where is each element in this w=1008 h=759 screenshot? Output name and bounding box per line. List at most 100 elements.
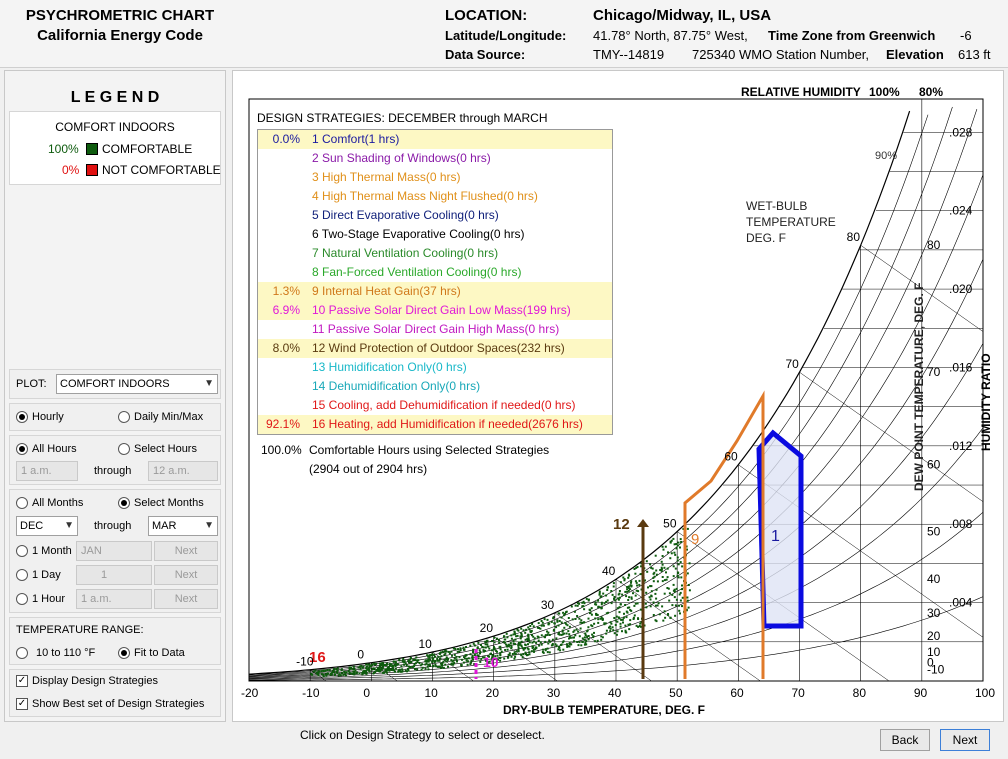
- hourly-data-point: [558, 646, 561, 648]
- hourly-data-point: [528, 628, 531, 631]
- hourly-data-point: [470, 659, 473, 662]
- hourly-data-point: [687, 584, 690, 586]
- all-hours-radio[interactable]: [16, 443, 28, 455]
- hourly-data-point: [627, 576, 630, 579]
- hourly-data-point: [627, 573, 630, 576]
- one-hour-radio[interactable]: [16, 593, 28, 605]
- hourly-data-point: [568, 645, 571, 648]
- strategy-item-10[interactable]: 6.9% 10 Passive Solar Direct Gain Low Mas…: [258, 301, 612, 320]
- hourly-label: Hourly: [32, 411, 64, 423]
- zone-1-comfort[interactable]: [756, 429, 804, 629]
- temp-range-1-radio[interactable]: [16, 647, 28, 659]
- one-hour-field[interactable]: 1 a.m.: [76, 589, 152, 609]
- next-button[interactable]: Next: [940, 729, 990, 751]
- daily-radio[interactable]: [118, 411, 130, 423]
- wb-title-3: DEG. F: [746, 231, 786, 245]
- hourly-data-point: [456, 660, 458, 663]
- hour-from-field[interactable]: 1 a.m.: [16, 461, 78, 481]
- select-months-radio[interactable]: [118, 497, 130, 509]
- hourly-data-point: [675, 587, 678, 590]
- strategy-item-6[interactable]: 6 Two-Stage Evaporative Cooling(0 hrs): [258, 225, 612, 244]
- hourly-data-point: [519, 637, 522, 640]
- hourly-data-point: [600, 603, 603, 606]
- one-day-next-button[interactable]: Next: [154, 565, 218, 585]
- month-from-select[interactable]: DEC ▼: [16, 516, 78, 536]
- hourly-data-point: [679, 538, 682, 541]
- hourly-data-point: [390, 669, 393, 671]
- strategy-item-1[interactable]: 0.0% 1 Comfort(1 hrs): [258, 130, 612, 149]
- select-hours-radio[interactable]: [118, 443, 130, 455]
- hourly-data-point: [663, 579, 666, 582]
- strategy-item-3[interactable]: 3 High Thermal Mass(0 hrs): [258, 168, 612, 187]
- hourly-data-point: [531, 634, 533, 637]
- hourly-data-point: [488, 647, 491, 650]
- hourly-data-point: [392, 664, 395, 667]
- strategy-item-5[interactable]: 5 Direct Evaporative Cooling(0 hrs): [258, 206, 612, 225]
- hourly-data-point: [326, 669, 329, 672]
- hourly-data-point: [428, 663, 431, 666]
- strategy-item-7[interactable]: 7 Natural Ventilation Cooling(0 hrs): [258, 244, 612, 263]
- strategy-item-8[interactable]: 8 Fan-Forced Ventilation Cooling(0 hrs): [258, 263, 612, 282]
- hourly-data-point: [610, 590, 613, 592]
- strategy-item-11[interactable]: 11 Passive Solar Direct Gain High Mass(0…: [258, 320, 612, 339]
- all-months-radio[interactable]: [16, 497, 28, 509]
- hourly-data-point: [510, 647, 513, 650]
- hourly-data-point: [679, 546, 681, 549]
- month-to-select[interactable]: MAR ▼: [148, 516, 218, 536]
- wb-title-2: TEMPERATURE: [746, 215, 836, 229]
- strategy-item-13[interactable]: 13 Humidification Only(0 hrs): [258, 358, 612, 377]
- hr-tick-label: .020: [949, 282, 973, 296]
- hourly-data-point: [568, 641, 571, 644]
- hourly-data-point: [386, 666, 389, 669]
- hourly-radio[interactable]: [16, 411, 28, 423]
- hourly-data-point: [573, 636, 575, 639]
- hourly-data-point: [357, 666, 360, 669]
- hourly-data-point: [447, 650, 450, 653]
- hourly-data-point: [559, 644, 562, 646]
- back-button[interactable]: Back: [880, 729, 930, 751]
- temp-range-2-radio[interactable]: [118, 647, 130, 659]
- hourly-data-point: [652, 572, 655, 575]
- strategy-item-14[interactable]: 14 Dehumidification Only(0 hrs): [258, 377, 612, 396]
- hourly-data-point: [587, 638, 590, 641]
- hourly-data-point: [365, 665, 368, 668]
- hourly-data-point: [644, 602, 647, 605]
- strategy-item-16[interactable]: 92.1% 16 Heating, add Humidification if n…: [258, 415, 612, 434]
- hourly-data-point: [614, 624, 617, 626]
- display-strategies-checkbox[interactable]: ✓: [16, 675, 28, 687]
- hourly-data-point: [661, 555, 664, 557]
- one-month-field[interactable]: JAN: [76, 541, 152, 561]
- plot-panel: PLOT: COMFORT INDOORS ▼: [9, 369, 221, 399]
- one-hour-next-button[interactable]: Next: [154, 589, 218, 609]
- hourly-data-point: [566, 645, 569, 648]
- strategy-item-9[interactable]: 1.3% 9 Internal Heat Gain(37 hrs): [258, 282, 612, 301]
- hourly-data-point: [543, 618, 546, 621]
- one-day-field[interactable]: 1: [76, 565, 152, 585]
- hourly-data-point: [655, 569, 658, 572]
- hourly-data-point: [562, 640, 565, 643]
- hourly-data-point: [538, 627, 540, 629]
- hourly-data-point: [349, 672, 352, 675]
- strategy-item-15[interactable]: 15 Cooling, add Dehumidification if need…: [258, 396, 612, 415]
- strategy-item-4[interactable]: 4 High Thermal Mass Night Flushed(0 hrs): [258, 187, 612, 206]
- hourly-data-point: [524, 631, 527, 634]
- hourly-data-point: [664, 545, 667, 548]
- dewpoint-tick-label: 60: [927, 458, 941, 472]
- strategy-item-2[interactable]: 2 Sun Shading of Windows(0 hrs): [258, 149, 612, 168]
- hour-to-field[interactable]: 12 a.m.: [148, 461, 218, 481]
- hourly-data-point: [426, 665, 429, 668]
- one-day-radio[interactable]: [16, 569, 28, 581]
- one-month-radio[interactable]: [16, 545, 28, 557]
- one-day-label: 1 Day: [32, 569, 61, 581]
- best-strategies-checkbox[interactable]: ✓: [16, 698, 28, 710]
- zone-10-label: 10: [483, 654, 499, 670]
- strategy-item-12[interactable]: 8.0% 12 Wind Protection of Outdoor Spaces…: [258, 339, 612, 358]
- one-month-next-button[interactable]: Next: [154, 541, 218, 561]
- hourly-data-point: [540, 634, 543, 637]
- hourly-data-point: [532, 648, 535, 651]
- hourly-data-point: [498, 639, 500, 642]
- title-line-2: California Energy Code: [37, 27, 203, 44]
- display-strategies-label: Display Design Strategies: [32, 675, 158, 687]
- plot-select[interactable]: COMFORT INDOORS ▼: [56, 374, 218, 394]
- all-hours-label: All Hours: [32, 443, 77, 455]
